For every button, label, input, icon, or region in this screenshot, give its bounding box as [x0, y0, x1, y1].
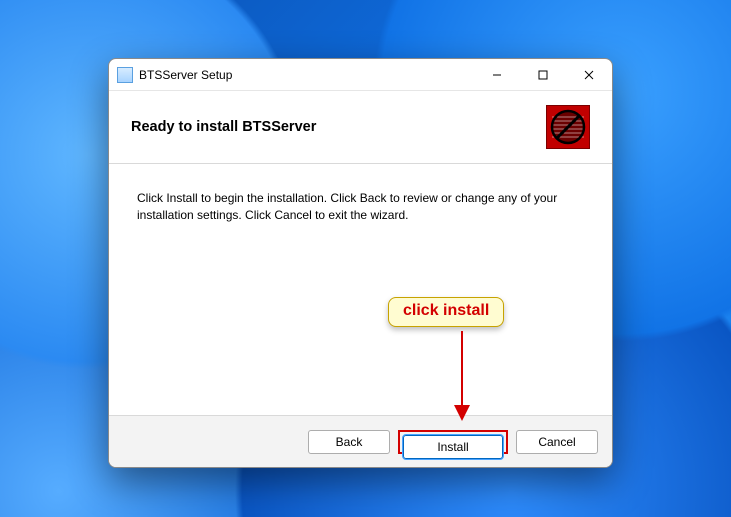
close-button[interactable] [566, 59, 612, 90]
install-button[interactable]: Install [403, 435, 503, 459]
close-icon [584, 70, 594, 80]
dialog-footer: Back Install Cancel [109, 415, 612, 467]
instruction-text: Click Install to begin the installation.… [137, 190, 584, 225]
logo-icon [550, 109, 586, 145]
maximize-icon [538, 70, 548, 80]
cancel-button[interactable]: Cancel [516, 430, 598, 454]
maximize-button[interactable] [520, 59, 566, 90]
annotation-text: click install [403, 302, 489, 319]
product-logo [546, 105, 590, 149]
minimize-icon [492, 70, 502, 80]
titlebar: BTSServer Setup [109, 59, 612, 91]
dialog-header: Ready to install BTSServer [109, 91, 612, 164]
back-button[interactable]: Back [308, 430, 390, 454]
install-highlight-box: Install [398, 430, 508, 454]
dialog-body: Click Install to begin the installation.… [109, 164, 612, 415]
minimize-button[interactable] [474, 59, 520, 90]
window-controls [474, 59, 612, 90]
window-title: BTSServer Setup [139, 68, 232, 82]
app-icon [117, 67, 133, 83]
page-title: Ready to install BTSServer [131, 119, 316, 135]
installer-dialog: BTSServer Setup Ready to install BTSServ… [108, 58, 613, 468]
annotation-callout: click install [388, 297, 504, 327]
